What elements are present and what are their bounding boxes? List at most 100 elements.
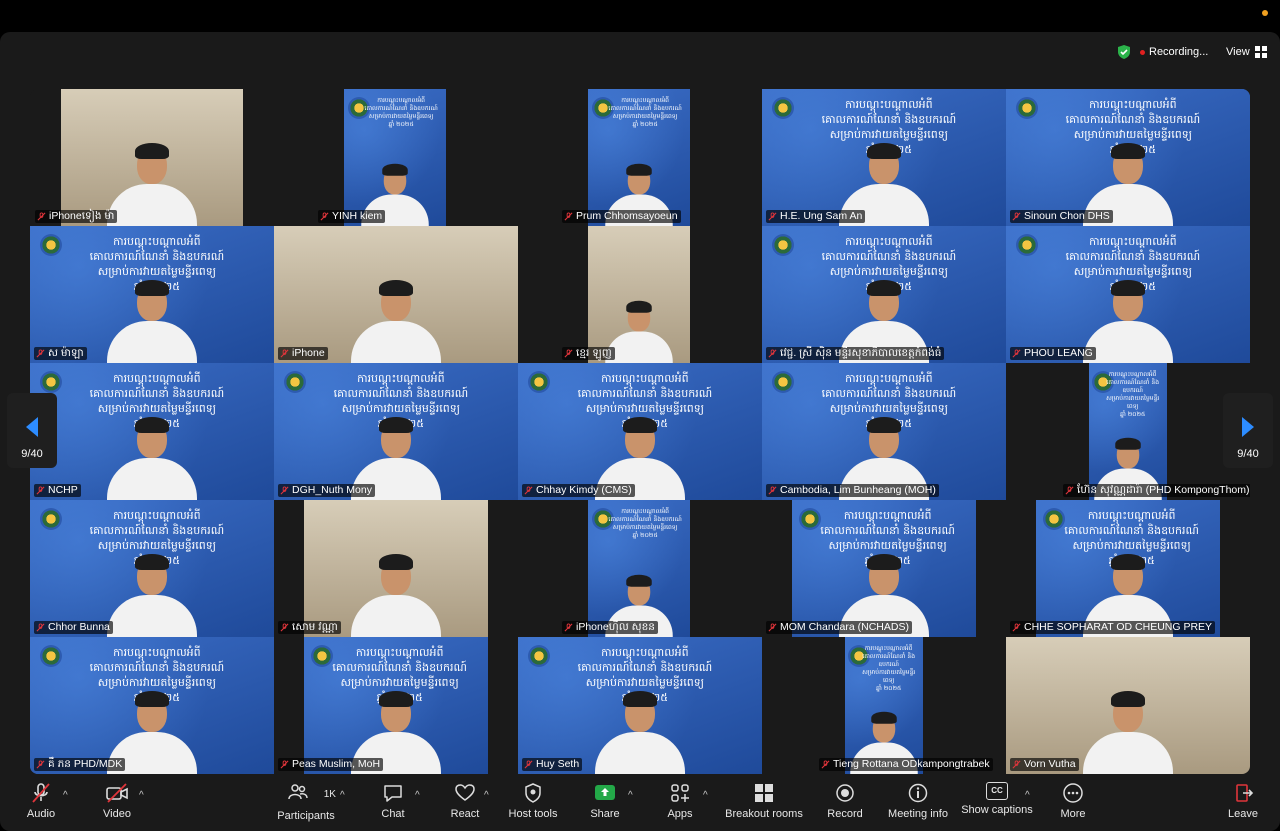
apps-button[interactable]: Apps (663, 782, 697, 820)
participant-tile[interactable]: ការបណ្តុះបណ្តាលអំពី គោលការណ៍ណែនាំ និងឧបករ… (762, 637, 1006, 774)
slide-title-line: សម្រាប់ការវាយតម្លៃមន្ទីរពេទ្យ (829, 128, 949, 142)
participant-silhouette (107, 280, 197, 363)
slide-title-line: សម្រាប់ការវាយតម្លៃមន្ទីរពេទ្យ (97, 539, 217, 553)
participant-tile[interactable]: ការបណ្តុះបណ្តាលអំពី គោលការណ៍ណែនាំ និងឧបករ… (1006, 89, 1250, 226)
mic-muted-icon (280, 486, 289, 495)
mic-muted-icon (36, 760, 45, 769)
participant-tile[interactable]: Vorn Vutha (1006, 637, 1250, 774)
mic-muted-icon (1012, 760, 1021, 769)
slide-title-line: ការបណ្តុះបណ្តាលអំពី (845, 98, 933, 112)
shared-slide-background: ការបណ្តុះបណ្តាលអំពី គោលការណ៍ណែនាំ និងឧបករ… (588, 500, 690, 637)
show-captions-button[interactable]: CC Show captions (960, 782, 1034, 816)
share-button[interactable]: Share (588, 782, 622, 820)
participants-button[interactable]: 1K Participants (276, 782, 336, 822)
chat-bubble-icon (384, 785, 402, 802)
audio-options-caret-icon[interactable]: ^ (63, 790, 68, 801)
participant-silhouette (107, 143, 197, 226)
shield-icon (525, 783, 541, 803)
participant-tile[interactable]: ការបណ្តុះបណ្តាលអំពី គោលការណ៍ណែនាំ និងឧបករ… (762, 363, 1006, 500)
audio-button[interactable]: Audio (24, 782, 58, 820)
react-button[interactable]: React (448, 782, 482, 820)
camera-off-icon (106, 783, 128, 803)
next-page-button[interactable]: 9/40 (1223, 393, 1273, 468)
participant-tile[interactable]: ការបណ្តុះបណ្តាលអំពី គោលការណ៍ណែនាំ និងឧបករ… (30, 637, 274, 774)
participant-name: គឹ ភន PHD/MDK (48, 758, 123, 770)
more-button[interactable]: More (1056, 782, 1090, 820)
participant-name: H.E. Ung Sam An (780, 210, 863, 222)
mic-muted-icon (280, 760, 289, 769)
participant-silhouette (1083, 691, 1173, 774)
more-dots-icon (1063, 783, 1083, 803)
video-button[interactable]: Video (100, 782, 134, 820)
participant-name-label: Vorn Vutha (1010, 758, 1079, 771)
breakout-rooms-button[interactable]: Breakout rooms (724, 782, 804, 820)
participant-tile[interactable]: ការបណ្តុះបណ្តាលអំពី គោលការណ៍ណែនាំ និងឧបករ… (518, 637, 762, 774)
meeting-info-button[interactable]: Meeting info (886, 782, 950, 820)
share-caret-icon[interactable]: ^ (628, 790, 633, 801)
participants-caret-icon[interactable]: ^ (340, 790, 345, 801)
participant-name: YINH kiem (332, 210, 383, 222)
apps-caret-icon[interactable]: ^ (703, 790, 708, 801)
more-label: More (1060, 808, 1086, 820)
participant-name-label: ខ្មេរ ឡូញ (562, 347, 615, 360)
participant-tile[interactable]: ការបណ្តុះបណ្តាលអំពី គោលការណ៍ណែនាំ និងឧបករ… (30, 363, 274, 500)
slide-title-line: ឆ្នាំ ២០២៥ (876, 685, 902, 693)
slide-title-line: គោលការណ៍ណែនាំ និងឧបករណ៍ (577, 661, 713, 675)
slide-title-line: ឆ្នាំ ២០២៥ (1120, 411, 1146, 419)
slide-title-line: សម្រាប់ការវាយតម្លៃមន្ទីរពេទ្យ (1072, 539, 1191, 553)
participant-tile[interactable]: ការបណ្តុះបណ្តាលអំពី គោលការណ៍ណែនាំ និងឧបករ… (274, 637, 518, 774)
participant-tile[interactable]: ខ្មេរ ឡូញ (518, 226, 762, 363)
chat-button[interactable]: Chat (376, 782, 410, 820)
previous-page-button[interactable]: 9/40 (7, 393, 57, 468)
security-shield-icon[interactable] (1116, 44, 1132, 60)
captions-caret-icon[interactable]: ^ (1025, 790, 1030, 801)
host-tools-button[interactable]: Host tools (506, 782, 560, 820)
recording-indicator[interactable]: Recording... (1140, 44, 1209, 60)
video-options-caret-icon[interactable]: ^ (139, 790, 144, 801)
react-caret-icon[interactable]: ^ (484, 790, 489, 801)
participant-name: Chhor Bunna (48, 621, 110, 633)
slide-title-line: ការបណ្តុះបណ្តាលអំពី (1089, 235, 1177, 249)
leave-button[interactable]: Leave (1226, 782, 1260, 820)
participant-tile[interactable]: ការបណ្តុះបណ្តាលអំពី គោលការណ៍ណែនាំ និងឧបករ… (274, 89, 518, 226)
record-button[interactable]: Record (826, 782, 864, 820)
shared-slide-background: ការបណ្តុះបណ្តាលអំពី គោលការណ៍ណែនាំ និងឧបករ… (274, 363, 518, 500)
view-label: View (1226, 46, 1250, 58)
participant-name-label: Tieng Rottana ODkampongtrabek (819, 758, 993, 771)
participant-name: Tieng Rottana ODkampongtrabek (833, 758, 990, 770)
participant-tile[interactable]: ការបណ្តុះបណ្តាលអំពី គោលការណ៍ណែនាំ និងឧបករ… (274, 363, 518, 500)
chat-caret-icon[interactable]: ^ (415, 790, 420, 801)
participant-tile[interactable]: iPhoneទៀង ម៉ា (30, 89, 274, 226)
slide-title-line: គោលការណ៍ណែនាំ និងឧបករណ៍ (821, 113, 957, 127)
participant-name-label: iPhone (278, 347, 328, 360)
participant-tile[interactable]: ការបណ្តុះបណ្តាលអំពី គោលការណ៍ណែនាំ និងឧបករ… (30, 226, 274, 363)
mic-muted-icon (36, 349, 45, 358)
participant-tile[interactable]: ការបណ្តុះបណ្តាលអំពី គោលការណ៍ណែនាំ និងឧបករ… (518, 363, 762, 500)
mic-muted-icon (1012, 212, 1021, 221)
participant-tile[interactable]: ការបណ្តុះបណ្តាលអំពី គោលការណ៍ណែនាំ និងឧបករ… (762, 500, 1006, 637)
participant-tile[interactable]: ការបណ្តុះបណ្តាលអំពី គោលការណ៍ណែនាំ និងឧបករ… (762, 89, 1006, 226)
status-dot (1262, 10, 1268, 16)
breakout-rooms-label: Breakout rooms (725, 808, 803, 820)
shared-slide-background: ការបណ្តុះបណ្តាលអំពី គោលការណ៍ណែនាំ និងឧបករ… (518, 637, 762, 774)
react-label: React (450, 808, 480, 820)
slide-title-line: សម្រាប់ការវាយតម្លៃមន្ទីរពេទ្យ (97, 402, 217, 416)
participant-tile[interactable]: ការបណ្តុះបណ្តាលអំពី គោលការណ៍ណែនាំ និងឧបករ… (518, 500, 762, 637)
participant-tile[interactable]: សោម វណ្ណា (274, 500, 518, 637)
participant-name: NCHP (48, 484, 78, 496)
participant-tile[interactable]: ការបណ្តុះបណ្តាលអំពី គោលការណ៍ណែនាំ និងឧបករ… (762, 226, 1006, 363)
slide-title-line: គោលការណ៍ណែនាំ និងឧបករណ៍ (577, 387, 713, 401)
mic-muted-icon (821, 760, 830, 769)
participant-tile[interactable]: ការបណ្តុះបណ្តាលអំពី គោលការណ៍ណែនាំ និងឧបករ… (30, 500, 274, 637)
participant-tile[interactable]: ការបណ្តុះបណ្តាលអំពី គោលការណ៍ណែនាំ និងឧបករ… (1006, 226, 1250, 363)
mic-muted-icon (37, 212, 46, 221)
shared-slide-background: ការបណ្តុះបណ្តាលអំពី គោលការណ៍ណែនាំ និងឧបករ… (762, 89, 1006, 226)
participant-tile[interactable]: ការបណ្តុះបណ្តាលអំពី គោលការណ៍ណែនាំ និងឧបករ… (1006, 363, 1250, 500)
slide-title-line: គោលការណ៍ណែនាំ និងឧបករណ៍ (89, 524, 225, 538)
participant-tile[interactable]: iPhone (274, 226, 518, 363)
view-button[interactable]: View (1226, 44, 1267, 60)
shared-slide-background: ការបណ្តុះបណ្តាលអំពី គោលការណ៍ណែនាំ និងឧបករ… (1006, 226, 1250, 363)
participant-tile[interactable]: ការបណ្តុះបណ្តាលអំពី គោលការណ៍ណែនាំ និងឧបករ… (1006, 500, 1250, 637)
participant-tile[interactable]: ការបណ្តុះបណ្តាលអំពី គោលការណ៍ណែនាំ និងឧបករ… (518, 89, 762, 226)
slide-title-line: ការបណ្តុះបណ្តាលអំពី (1087, 509, 1176, 523)
